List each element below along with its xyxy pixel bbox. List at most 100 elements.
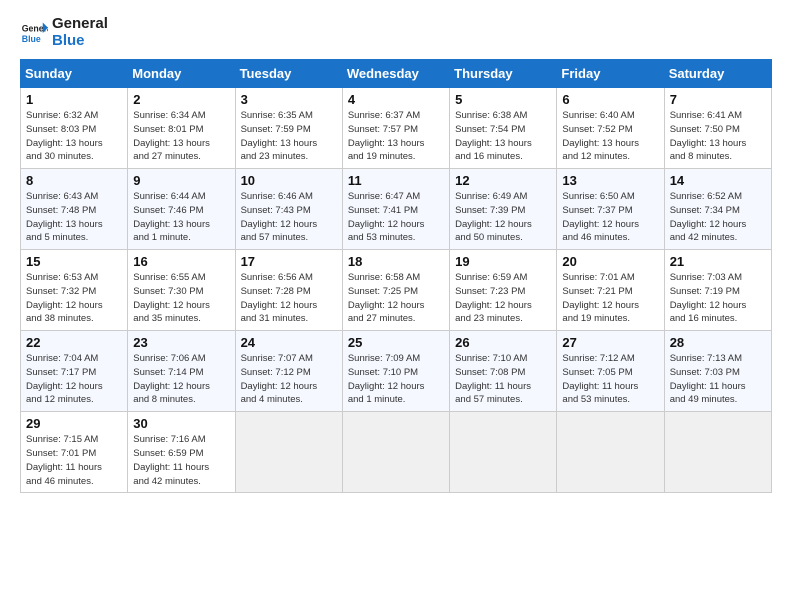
day-number: 26 [455, 335, 551, 350]
logo-icon: General Blue [20, 19, 48, 47]
calendar-cell: 24 Sunrise: 7:07 AM Sunset: 7:12 PM Dayli… [235, 331, 342, 412]
day-info: Sunrise: 7:15 AM Sunset: 7:01 PM Dayligh… [26, 433, 122, 488]
calendar-cell: 23 Sunrise: 7:06 AM Sunset: 7:14 PM Dayli… [128, 331, 235, 412]
day-info: Sunrise: 7:04 AM Sunset: 7:17 PM Dayligh… [26, 352, 122, 407]
week-row-3: 15 Sunrise: 6:53 AM Sunset: 7:32 PM Dayli… [21, 250, 772, 331]
logo-text-line2: Blue [52, 33, 108, 50]
calendar-cell: 22 Sunrise: 7:04 AM Sunset: 7:17 PM Dayli… [21, 331, 128, 412]
calendar-cell: 9 Sunrise: 6:44 AM Sunset: 7:46 PM Daylig… [128, 169, 235, 250]
day-number: 28 [670, 335, 766, 350]
logo-text-line1: General [52, 16, 108, 33]
day-number: 29 [26, 416, 122, 431]
day-info: Sunrise: 6:44 AM Sunset: 7:46 PM Dayligh… [133, 190, 229, 245]
calendar-cell: 8 Sunrise: 6:43 AM Sunset: 7:48 PM Daylig… [21, 169, 128, 250]
day-info: Sunrise: 6:49 AM Sunset: 7:39 PM Dayligh… [455, 190, 551, 245]
calendar-cell: 27 Sunrise: 7:12 AM Sunset: 7:05 PM Dayli… [557, 331, 664, 412]
calendar-cell [235, 412, 342, 493]
week-row-4: 22 Sunrise: 7:04 AM Sunset: 7:17 PM Dayli… [21, 331, 772, 412]
calendar-cell: 20Sunrise: 7:01 AM Sunset: 7:21 PM Dayli… [557, 250, 664, 331]
day-number: 11 [348, 173, 444, 188]
day-info: Sunrise: 6:38 AM Sunset: 7:54 PM Dayligh… [455, 109, 551, 164]
day-number: 1 [26, 92, 122, 107]
day-header-monday: Monday [128, 60, 235, 88]
day-info: Sunrise: 7:09 AM Sunset: 7:10 PM Dayligh… [348, 352, 444, 407]
day-info: Sunrise: 6:47 AM Sunset: 7:41 PM Dayligh… [348, 190, 444, 245]
day-number: 19 [455, 254, 551, 269]
calendar-cell: 17Sunrise: 6:56 AM Sunset: 7:28 PM Dayli… [235, 250, 342, 331]
day-number: 9 [133, 173, 229, 188]
day-header-thursday: Thursday [450, 60, 557, 88]
calendar-cell: 16 Sunrise: 6:55 AM Sunset: 7:30 PM Dayli… [128, 250, 235, 331]
calendar-cell: 18Sunrise: 6:58 AM Sunset: 7:25 PM Dayli… [342, 250, 449, 331]
calendar-cell: 6 Sunrise: 6:40 AM Sunset: 7:52 PM Daylig… [557, 88, 664, 169]
day-number: 14 [670, 173, 766, 188]
day-number: 5 [455, 92, 551, 107]
week-row-5: 29 Sunrise: 7:15 AM Sunset: 7:01 PM Dayli… [21, 412, 772, 493]
calendar-cell: 25 Sunrise: 7:09 AM Sunset: 7:10 PM Dayli… [342, 331, 449, 412]
day-number: 7 [670, 92, 766, 107]
day-number: 20 [562, 254, 658, 269]
day-number: 21 [670, 254, 766, 269]
day-number: 4 [348, 92, 444, 107]
header: General Blue General Blue [20, 16, 772, 49]
calendar-cell: 30 Sunrise: 7:16 AM Sunset: 6:59 PM Dayli… [128, 412, 235, 493]
calendar-cell: 10 Sunrise: 6:46 AM Sunset: 7:43 PM Dayli… [235, 169, 342, 250]
calendar-cell: 13Sunrise: 6:50 AM Sunset: 7:37 PM Dayli… [557, 169, 664, 250]
calendar-cell: 5 Sunrise: 6:38 AM Sunset: 7:54 PM Daylig… [450, 88, 557, 169]
week-row-2: 8 Sunrise: 6:43 AM Sunset: 7:48 PM Daylig… [21, 169, 772, 250]
day-info: Sunrise: 6:43 AM Sunset: 7:48 PM Dayligh… [26, 190, 122, 245]
calendar-cell: 1Sunrise: 6:32 AM Sunset: 8:03 PM Daylig… [21, 88, 128, 169]
day-info: Sunrise: 6:40 AM Sunset: 7:52 PM Dayligh… [562, 109, 658, 164]
day-info: Sunrise: 6:52 AM Sunset: 7:34 PM Dayligh… [670, 190, 766, 245]
calendar-cell: 29 Sunrise: 7:15 AM Sunset: 7:01 PM Dayli… [21, 412, 128, 493]
calendar-cell [342, 412, 449, 493]
week-row-1: 1Sunrise: 6:32 AM Sunset: 8:03 PM Daylig… [21, 88, 772, 169]
day-number: 6 [562, 92, 658, 107]
day-info: Sunrise: 7:12 AM Sunset: 7:05 PM Dayligh… [562, 352, 658, 407]
day-info: Sunrise: 6:50 AM Sunset: 7:37 PM Dayligh… [562, 190, 658, 245]
day-info: Sunrise: 6:41 AM Sunset: 7:50 PM Dayligh… [670, 109, 766, 164]
day-number: 27 [562, 335, 658, 350]
day-info: Sunrise: 6:53 AM Sunset: 7:32 PM Dayligh… [26, 271, 122, 326]
day-info: Sunrise: 6:35 AM Sunset: 7:59 PM Dayligh… [241, 109, 337, 164]
day-info: Sunrise: 7:07 AM Sunset: 7:12 PM Dayligh… [241, 352, 337, 407]
day-info: Sunrise: 6:55 AM Sunset: 7:30 PM Dayligh… [133, 271, 229, 326]
calendar-cell: 14 Sunrise: 6:52 AM Sunset: 7:34 PM Dayli… [664, 169, 771, 250]
calendar-cell: 4 Sunrise: 6:37 AM Sunset: 7:57 PM Daylig… [342, 88, 449, 169]
calendar-cell: 2 Sunrise: 6:34 AM Sunset: 8:01 PM Daylig… [128, 88, 235, 169]
day-number: 16 [133, 254, 229, 269]
day-info: Sunrise: 7:03 AM Sunset: 7:19 PM Dayligh… [670, 271, 766, 326]
day-header-sunday: Sunday [21, 60, 128, 88]
calendar-cell: 15 Sunrise: 6:53 AM Sunset: 7:32 PM Dayli… [21, 250, 128, 331]
calendar-cell: 7 Sunrise: 6:41 AM Sunset: 7:50 PM Daylig… [664, 88, 771, 169]
day-info: Sunrise: 6:37 AM Sunset: 7:57 PM Dayligh… [348, 109, 444, 164]
day-number: 3 [241, 92, 337, 107]
calendar-table: SundayMondayTuesdayWednesdayThursdayFrid… [20, 59, 772, 493]
day-info: Sunrise: 6:59 AM Sunset: 7:23 PM Dayligh… [455, 271, 551, 326]
day-info: Sunrise: 6:56 AM Sunset: 7:28 PM Dayligh… [241, 271, 337, 326]
day-info: Sunrise: 7:13 AM Sunset: 7:03 PM Dayligh… [670, 352, 766, 407]
calendar-cell: 28 Sunrise: 7:13 AM Sunset: 7:03 PM Dayli… [664, 331, 771, 412]
day-header-saturday: Saturday [664, 60, 771, 88]
day-number: 10 [241, 173, 337, 188]
calendar-cell: 19 Sunrise: 6:59 AM Sunset: 7:23 PM Dayli… [450, 250, 557, 331]
day-number: 8 [26, 173, 122, 188]
day-number: 25 [348, 335, 444, 350]
day-number: 2 [133, 92, 229, 107]
day-info: Sunrise: 6:46 AM Sunset: 7:43 PM Dayligh… [241, 190, 337, 245]
day-number: 30 [133, 416, 229, 431]
day-info: Sunrise: 7:16 AM Sunset: 6:59 PM Dayligh… [133, 433, 229, 488]
day-number: 15 [26, 254, 122, 269]
day-number: 23 [133, 335, 229, 350]
day-number: 12 [455, 173, 551, 188]
calendar-cell: 26 Sunrise: 7:10 AM Sunset: 7:08 PM Dayli… [450, 331, 557, 412]
day-number: 24 [241, 335, 337, 350]
calendar-cell [664, 412, 771, 493]
day-info: Sunrise: 6:34 AM Sunset: 8:01 PM Dayligh… [133, 109, 229, 164]
calendar-cell: 21 Sunrise: 7:03 AM Sunset: 7:19 PM Dayli… [664, 250, 771, 331]
day-info: Sunrise: 7:06 AM Sunset: 7:14 PM Dayligh… [133, 352, 229, 407]
day-info: Sunrise: 7:10 AM Sunset: 7:08 PM Dayligh… [455, 352, 551, 407]
svg-text:Blue: Blue [22, 33, 41, 43]
day-number: 22 [26, 335, 122, 350]
day-number: 18 [348, 254, 444, 269]
